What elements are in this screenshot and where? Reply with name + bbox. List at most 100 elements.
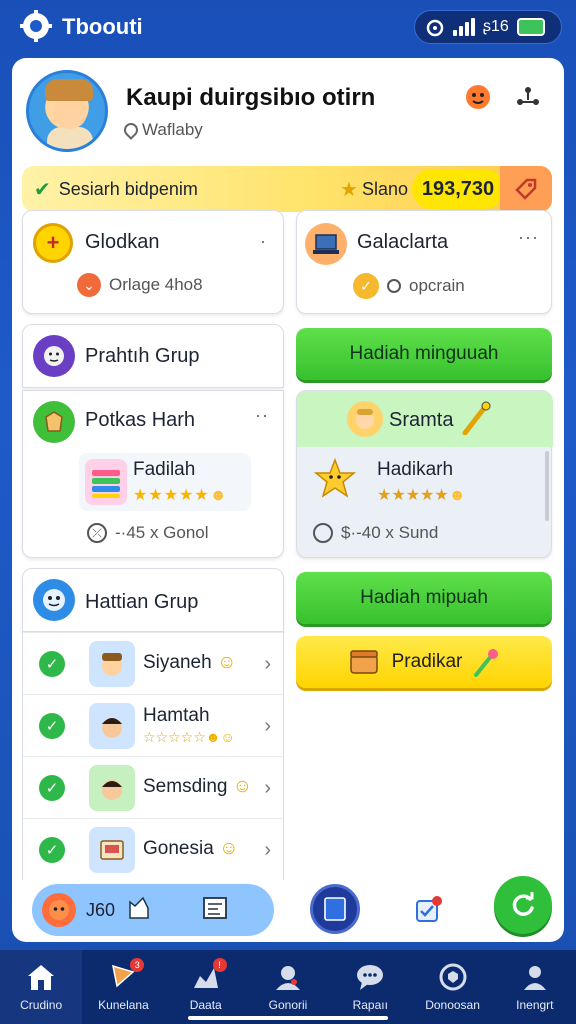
pradikar-button[interactable]: Pradikar xyxy=(296,636,552,688)
nav-item-inengrt[interactable]: Inengrt xyxy=(494,950,576,1024)
status-text: ʂ16 xyxy=(483,18,509,35)
scrollbar[interactable] xyxy=(545,451,549,521)
tile-footer: ⤫ -·45 x Gonol xyxy=(87,523,209,543)
group-title: Prahtıh Grup xyxy=(85,345,200,367)
banner-text: Sesiarh bidpenim xyxy=(58,178,198,199)
treasure-icon xyxy=(349,650,378,674)
profile-location: Waflaby xyxy=(121,120,203,140)
chevron-right-icon: › xyxy=(264,715,271,737)
score-value: 193,730 xyxy=(412,169,504,209)
nav-label: Rapaıı xyxy=(352,998,388,1012)
check-icon: ✓ xyxy=(39,837,65,863)
group-avatar-icon xyxy=(33,335,75,377)
member-name: Gonesia ☺ xyxy=(143,838,239,859)
profile-header: Kaupi duirgsibıo otirn Waflaby xyxy=(12,58,564,164)
status-banner[interactable]: ✔ Sesiarh bidpenim ★ Slano 193,730 xyxy=(22,166,552,212)
notifications-button[interactable] xyxy=(408,890,448,930)
tile-title: Potkas Harh xyxy=(85,409,196,431)
nav-item-home[interactable]: Crudino xyxy=(0,950,83,1024)
tile-potkas-harh[interactable]: Potkas Harh ·· Fadilah ★★★★★☻ ⤫ -·45 x G… xyxy=(22,390,284,558)
list-item[interactable]: ✓ Hamtah ☆☆☆☆☆☻☺ › xyxy=(23,694,283,756)
share-button[interactable] xyxy=(512,80,544,112)
home-indicator[interactable] xyxy=(188,1016,388,1020)
mascot-button[interactable] xyxy=(462,80,494,112)
rating-stars: ★★★★★☻ xyxy=(377,487,466,504)
nav-badge: ! xyxy=(212,958,227,972)
cat-icon[interactable] xyxy=(125,894,153,927)
check-icon: ✔ xyxy=(34,178,51,201)
refresh-icon xyxy=(512,892,534,916)
tile-title: Sramta xyxy=(389,409,454,431)
book-button[interactable] xyxy=(310,884,360,934)
tile-sramta[interactable]: Sramta Hadikarh ★★★★★☻ $·-40 x Sund xyxy=(296,390,553,558)
more-icon[interactable]: · xyxy=(260,231,267,252)
more-icon[interactable]: ··· xyxy=(518,227,539,248)
nav-label: Kunelana xyxy=(98,998,149,1012)
shield-icon xyxy=(436,960,470,994)
nav-item-donoosan[interactable]: Donoosan xyxy=(411,950,493,1024)
smiley-icon: ☺ xyxy=(219,838,239,859)
moon-circle-icon xyxy=(313,523,333,543)
nav-item-daata[interactable]: ! Daata xyxy=(165,950,247,1024)
tile-footer-text: $·-40 x Sund xyxy=(341,523,439,542)
pradikar-label: Pradikar xyxy=(391,651,463,672)
quick-actions-bar[interactable]: J60 xyxy=(32,884,274,936)
check-icon: ✓ xyxy=(39,713,65,739)
tile-footer: $·-40 x Sund xyxy=(313,523,438,543)
avatar[interactable] xyxy=(26,70,108,152)
list-item[interactable]: ✓ Gonesia ☺ › xyxy=(23,818,283,880)
score-label-text: Slano xyxy=(361,179,408,199)
chevron-right-icon: › xyxy=(264,777,271,799)
nav-item-gonorii[interactable]: Gonorii xyxy=(247,950,329,1024)
member-avatar xyxy=(89,641,135,687)
home-icon xyxy=(24,960,58,994)
hadiah-mipuah-button[interactable]: Hadiah mipuah xyxy=(296,572,552,624)
rating-stars: ☆☆☆☆☆☻☺ xyxy=(143,729,235,745)
tile-title: Glodkan xyxy=(85,231,160,253)
app-logo-icon xyxy=(20,10,52,42)
mascot-icon xyxy=(466,85,490,109)
list-item[interactable]: ✓ Siyaneh ☺ › xyxy=(23,632,283,694)
tile-footer-text: -·45 x Gonol xyxy=(115,523,209,542)
hadiah-minguuah-button[interactable]: Hadiah minguuah xyxy=(296,328,552,380)
tag-button[interactable] xyxy=(500,166,552,212)
rating-stars: ★★★★★☻ xyxy=(133,487,228,504)
location-label: Waflaby xyxy=(142,120,203,139)
member-avatar xyxy=(89,703,135,749)
tile-title: Galaclarta xyxy=(357,231,449,253)
refresh-button[interactable] xyxy=(494,876,552,934)
chat-icon xyxy=(353,960,387,994)
nav-label: Inengrt xyxy=(516,998,554,1012)
star-badge-icon: ★ xyxy=(340,179,358,201)
group-header-hattian[interactable]: Hattian Grup xyxy=(22,568,284,632)
check-icon: ✓ xyxy=(39,651,65,677)
laptop-icon xyxy=(305,223,347,265)
more-icon[interactable]: ·· xyxy=(255,405,269,426)
wand-icon[interactable] xyxy=(459,401,493,435)
nav-label: Daata xyxy=(189,998,222,1012)
nav-item-kunelana[interactable]: 3 Kunelana xyxy=(82,950,164,1024)
member-list: ✓ Siyaneh ☺ › ✓ Hamtah ☆☆☆☆☆☻☺ › ✓ Semsd… xyxy=(22,632,284,880)
group-avatar-icon xyxy=(33,579,75,621)
plus-badge-icon: + xyxy=(33,223,73,263)
document-icon[interactable] xyxy=(201,894,229,927)
tile-glodkan[interactable]: + Glodkan · ⌄ Orlage 4ho8 xyxy=(22,210,284,314)
nav-label: Crudino xyxy=(20,998,63,1012)
tile-galaclarta[interactable]: Galaclarta ··· ✓ opcrain xyxy=(296,210,552,314)
reward-card[interactable]: Hadikarh ★★★★★☻ xyxy=(307,453,539,511)
reward-stack-icon xyxy=(85,459,127,505)
app-name: Tboouti xyxy=(62,14,143,39)
reward-card[interactable]: Fadilah ★★★★★☻ xyxy=(79,453,251,511)
tile-subtitle: opcrain xyxy=(409,276,465,295)
chevron-badge-icon: ⌄ xyxy=(77,273,101,297)
alarm-icon xyxy=(426,19,444,37)
list-item[interactable]: ✓ Semsding ☺ › xyxy=(23,756,283,818)
member-name: Hamtah xyxy=(143,705,210,726)
group-header-prahth[interactable]: Prahtıh Grup xyxy=(22,324,284,388)
nav-item-rapaii[interactable]: Rapaıı xyxy=(329,950,411,1024)
mascot-icon[interactable] xyxy=(42,893,76,927)
member-avatar xyxy=(89,827,135,873)
tile-subtitle-row: ⌄ Orlage 4ho8 xyxy=(77,273,203,297)
chevron-right-icon: › xyxy=(264,839,271,861)
nav-badge: 3 xyxy=(130,958,145,972)
